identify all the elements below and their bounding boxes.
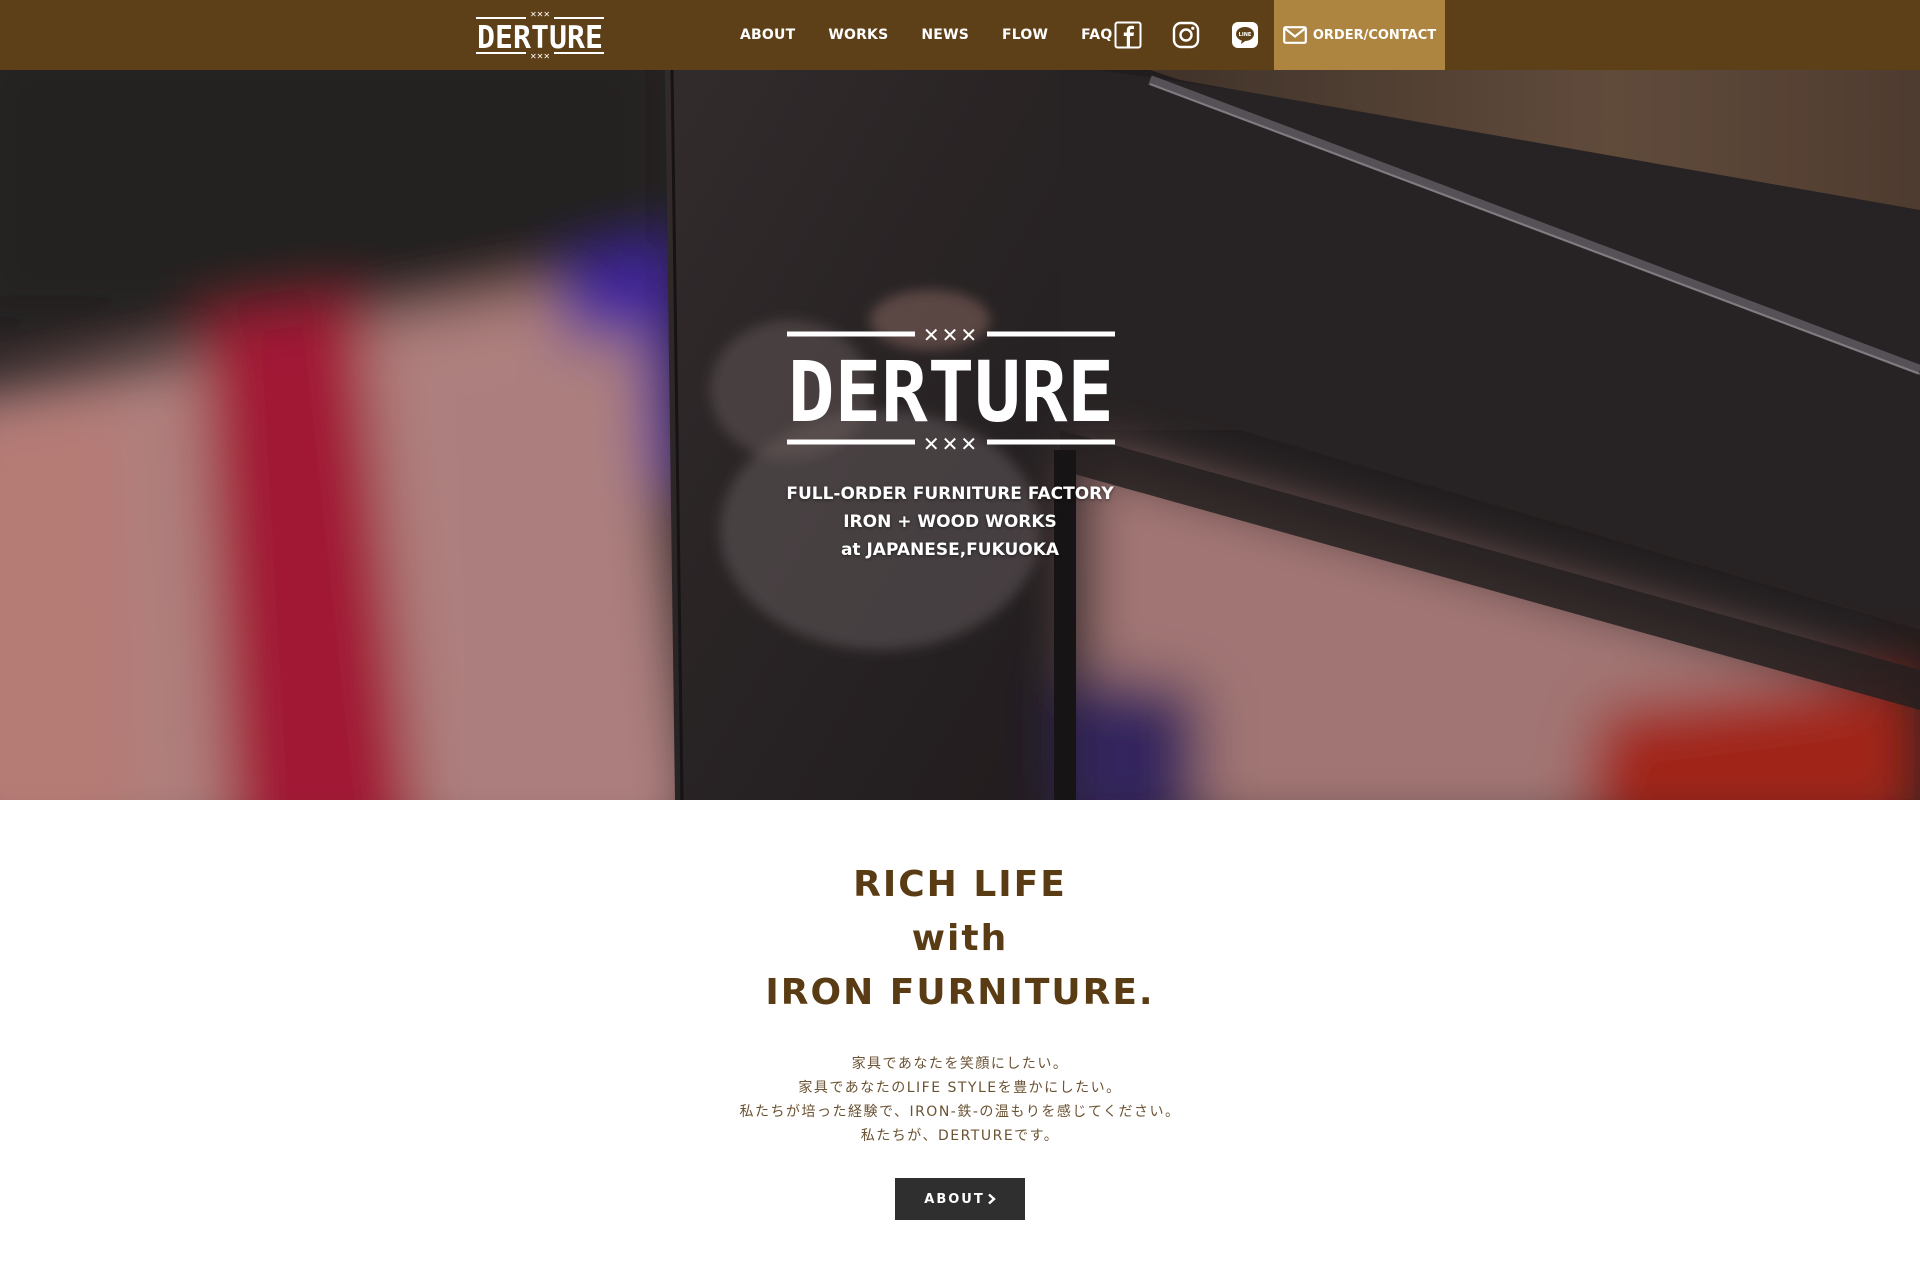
facebook-icon xyxy=(1114,21,1142,49)
hero-tagline: FULL-ORDER FURNITURE FACTORY IRON + WOOD… xyxy=(660,480,1240,564)
intro-body: 家具であなたを笑顔にしたい。 家具であなたのLIFE STYLEを豊かにしたい。… xyxy=(560,1052,1360,1148)
nav-item-news[interactable]: NEWS xyxy=(921,27,969,43)
hero-tagline-line-1: FULL-ORDER FURNITURE FACTORY xyxy=(786,484,1114,504)
chevron-right-icon xyxy=(987,1193,996,1205)
svg-text:DERTURE: DERTURE xyxy=(477,20,603,56)
hero-section: ✕✕✕ DERTURE ✕✕✕ FULL-ORDER FURNITURE FAC… xyxy=(0,70,1920,800)
intro-body-line-4: 私たちが、DERTUREです。 xyxy=(860,1128,1060,1144)
order-contact-label: ORDER/CONTACT xyxy=(1312,27,1437,43)
line-icon: LINE xyxy=(1232,22,1258,48)
header-logo[interactable]: ✕✕✕ DERTURE ✕✕✕ xyxy=(474,8,606,62)
intro-body-line-1: 家具であなたを笑顔にしたい。 xyxy=(851,1056,1069,1072)
intro-heading: RICH LIFE with IRON FURNITURE. xyxy=(560,858,1360,1020)
intro-heading-line-2: with xyxy=(911,918,1009,959)
svg-text:✕✕✕: ✕✕✕ xyxy=(923,432,979,455)
nav-item-faq[interactable]: FAQ xyxy=(1081,27,1112,43)
instagram-link[interactable] xyxy=(1172,21,1200,49)
mail-icon xyxy=(1282,26,1307,44)
about-button-label: ABOUT xyxy=(924,1191,985,1207)
about-button[interactable]: ABOUT xyxy=(895,1178,1025,1220)
hero-tagline-line-2: IRON + WOOD WORKS xyxy=(843,512,1057,532)
intro-body-line-3: 私たちが培った経験で、IRON-鉄-の温もりを感じてください。 xyxy=(739,1104,1181,1120)
derture-logo-large: ✕✕✕ DERTURE ✕✕✕ xyxy=(787,323,1115,455)
site-header: ✕✕✕ DERTURE ✕✕✕ ABOUT WORKS NEWS FLOW FA… xyxy=(0,0,1920,70)
svg-text:LINE: LINE xyxy=(1239,32,1252,38)
nav-item-about[interactable]: ABOUT xyxy=(740,27,795,43)
facebook-link[interactable] xyxy=(1114,21,1142,49)
instagram-icon xyxy=(1172,21,1200,49)
svg-text:DERTURE: DERTURE xyxy=(788,343,1114,441)
svg-text:✕✕✕: ✕✕✕ xyxy=(530,10,550,19)
intro-heading-line-1: RICH LIFE xyxy=(853,864,1067,905)
intro-heading-line-3: IRON FURNITURE. xyxy=(765,972,1155,1013)
svg-text:✕✕✕: ✕✕✕ xyxy=(530,52,550,61)
intro-body-line-2: 家具であなたのLIFE STYLEを豊かにしたい。 xyxy=(798,1080,1122,1096)
order-contact-button[interactable]: ORDER/CONTACT xyxy=(1274,0,1445,70)
nav-item-works[interactable]: WORKS xyxy=(828,27,888,43)
main-nav: ABOUT WORKS NEWS FLOW FAQ xyxy=(740,0,1145,70)
line-link[interactable]: LINE xyxy=(1231,21,1259,49)
derture-logo-small: ✕✕✕ DERTURE ✕✕✕ xyxy=(476,10,604,61)
hero-tagline-line-3: at JAPANESE,FUKUOKA xyxy=(840,540,1060,560)
nav-item-flow[interactable]: FLOW xyxy=(1002,27,1048,43)
